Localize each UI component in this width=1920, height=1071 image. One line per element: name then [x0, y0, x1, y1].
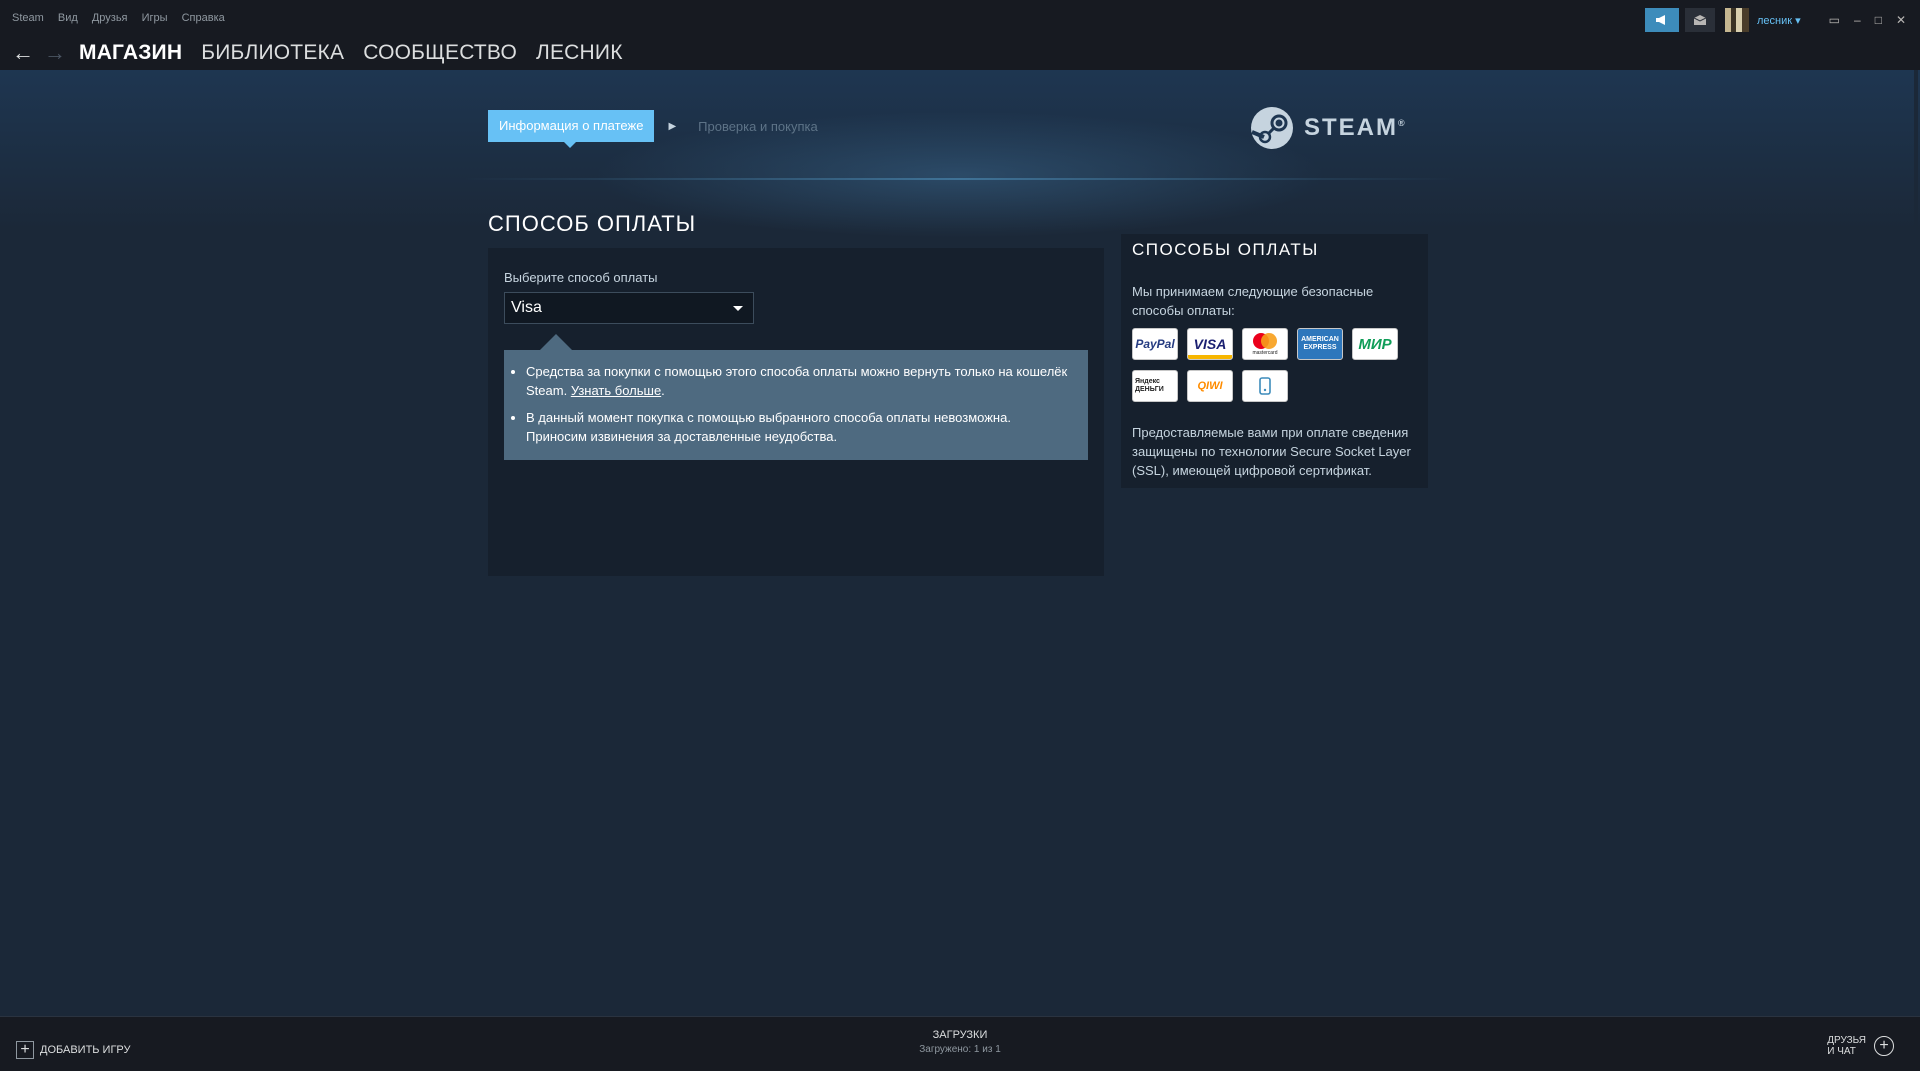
nav-community[interactable]: СООБЩЕСТВО: [363, 41, 517, 65]
megaphone-icon: [1656, 15, 1665, 25]
payment-notice: Средства за покупки с помощью этого спос…: [504, 334, 1088, 460]
phone-icon: [1259, 377, 1271, 395]
menu-view[interactable]: Вид: [58, 12, 78, 24]
nav-profile[interactable]: ЛЕСНИК: [536, 41, 623, 65]
forward-arrow-icon[interactable]: →: [44, 40, 66, 66]
downloads-status: Загружено: 1 из 1: [919, 1044, 1001, 1055]
step-review-purchase: Проверка и покупка: [698, 118, 818, 134]
payment-method-panel: Выберите способ оплаты Visa Средства за …: [488, 248, 1104, 576]
mastercard-label: mastercard: [1252, 350, 1278, 356]
payment-method-value: Visa: [511, 299, 542, 316]
paypal-label: PayPal: [1135, 337, 1175, 351]
visa-icon: VISA: [1187, 328, 1233, 360]
menu-friends[interactable]: Друзья: [92, 12, 128, 24]
close-icon[interactable]: ✕: [1896, 13, 1906, 27]
mir-label: МИР: [1358, 335, 1392, 353]
amex-icon: AMERICAN EXPRESS: [1297, 328, 1343, 360]
downloads-label: ЗАГРУЗКИ: [932, 1029, 988, 1041]
menu-steam[interactable]: Steam: [12, 12, 44, 24]
friends-label-line2: И ЧАТ: [1827, 1046, 1856, 1057]
mobile-payment-icon: [1242, 370, 1288, 402]
notifications-button[interactable]: [1685, 8, 1715, 32]
nav-links: МАГАЗИН БИБЛИОТЕКА СООБЩЕСТВО ЛЕСНИК: [79, 41, 642, 65]
menu-games[interactable]: Игры: [142, 12, 168, 24]
nav-bar: ← → МАГАЗИН БИБЛИОТЕКА СООБЩЕСТВО ЛЕСНИК: [0, 36, 1920, 70]
divider: [463, 178, 1457, 180]
notice-refund: Средства за покупки с помощью этого спос…: [526, 362, 1074, 400]
qiwi-icon: QIWI: [1187, 370, 1233, 402]
chevron-down-icon: [733, 306, 743, 311]
menu-bar: Steam Вид Друзья Игры Справка: [12, 12, 236, 24]
bottom-bar: + ДОБАВИТЬ ИГРУ ЗАГРУЗКИ Загружено: 1 из…: [0, 1016, 1920, 1071]
envelope-icon: [1694, 15, 1706, 25]
page-title: СПОСОБ ОПЛАТЫ: [488, 211, 697, 236]
payment-method-select[interactable]: Visa: [504, 292, 754, 324]
step-payment-info: Информация о платеже: [488, 110, 655, 148]
steam-logo: STEAM®: [1250, 106, 1407, 150]
step-arrow-icon: ▶: [668, 120, 677, 132]
payment-methods-intro: Мы принимаем следующие безопасные способ…: [1132, 284, 1374, 318]
scrollbar[interactable]: [1914, 70, 1918, 1016]
amex-label: AMERICAN EXPRESS: [1301, 336, 1339, 351]
steam-wordmark-text: STEAM: [1304, 114, 1398, 141]
steam-logo-icon: [1251, 107, 1293, 149]
mastercard-icon: mastercard: [1242, 328, 1288, 360]
payment-methods-title: СПОСОБЫ ОПЛАТЫ: [1132, 240, 1319, 259]
account-name: лесник: [1757, 14, 1793, 27]
payment-method-label: Выберите способ оплаты: [504, 270, 658, 285]
friends-chat-label: ДРУЗЬЯ И ЧАТ: [1827, 1035, 1866, 1057]
yandex-money-icon: Яндекс ДЕНЬГИ: [1132, 370, 1178, 402]
visa-label: VISA: [1193, 336, 1227, 352]
account-menu[interactable]: лесник ▾: [1757, 14, 1801, 27]
steam-wordmark: STEAM®: [1304, 114, 1407, 142]
back-arrow-icon[interactable]: ←: [12, 40, 34, 66]
paypal-icon: PayPal: [1132, 328, 1178, 360]
minimize-icon[interactable]: –: [1854, 13, 1861, 27]
yandex-money-label: Яндекс ДЕНЬГИ: [1135, 378, 1164, 393]
menu-help[interactable]: Справка: [182, 12, 225, 24]
downloads-button[interactable]: ЗАГРУЗКИ Загружено: 1 из 1: [0, 1029, 1920, 1055]
checkout-page: Информация о платеже ▶ Проверка и покупк…: [0, 70, 1920, 1016]
registered-mark: ®: [1398, 118, 1407, 128]
notice-unavailable: В данный момент покупка с помощью выбран…: [526, 408, 1074, 446]
nav-library[interactable]: БИБЛИОТЕКА: [201, 41, 344, 65]
announcements-button[interactable]: [1645, 8, 1679, 32]
title-bar-controls: лесник ▾ ▭ – □ ✕: [1645, 8, 1920, 32]
mastercard-circles: [1253, 333, 1277, 349]
mir-icon: МИР: [1352, 328, 1398, 360]
big-picture-icon[interactable]: ▭: [1829, 13, 1840, 27]
nav-store[interactable]: МАГАЗИН: [79, 41, 182, 65]
learn-more-link[interactable]: Узнать больше: [571, 383, 661, 398]
payment-methods-panel: СПОСОБЫ ОПЛАТЫ Мы принимаем следующие бе…: [1121, 234, 1428, 488]
maximize-icon[interactable]: □: [1875, 13, 1882, 27]
title-bar: Steam Вид Друзья Игры Справка лесник ▾ ▭…: [0, 0, 1920, 36]
qiwi-label: QIWI: [1197, 380, 1223, 392]
avatar[interactable]: [1725, 8, 1749, 32]
friends-chat-button[interactable]: ДРУЗЬЯ И ЧАТ +: [1827, 1035, 1894, 1057]
ssl-note: Предоставляемые вами при оплате сведения…: [1132, 425, 1411, 478]
add-friend-icon: +: [1874, 1036, 1894, 1056]
friends-label-line1: ДРУЗЬЯ: [1827, 1035, 1866, 1046]
checkout-steps: Информация о платеже ▶ Проверка и покупк…: [488, 110, 818, 148]
